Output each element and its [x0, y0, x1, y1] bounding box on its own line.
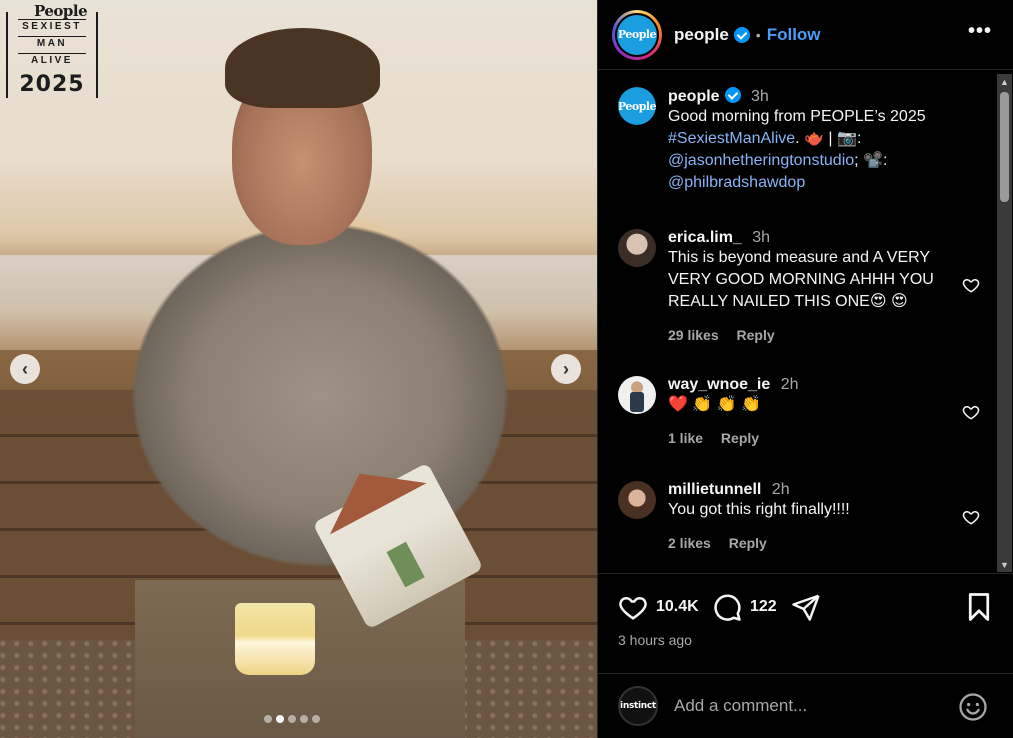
like-count: 10.4K [656, 598, 699, 615]
carousel-dot [288, 715, 296, 723]
man-hair [225, 28, 380, 108]
badge-line-2: MAN [36, 38, 68, 49]
comment-time: 2h [771, 481, 790, 498]
comment-item: millietunnell 2h You got this right fina… [618, 481, 978, 551]
verified-badge-icon [724, 87, 741, 103]
badge-line-1: SEXIEST [22, 21, 82, 32]
comment-count: 122 [750, 598, 777, 615]
comment-time: 3h [752, 229, 771, 246]
chevron-left-icon: ‹ [22, 358, 28, 379]
avatar[interactable]: People [618, 87, 656, 125]
caption: People people 3h Good morning from PEOPL… [618, 87, 978, 194]
tea-cup [235, 603, 315, 675]
reply-button[interactable]: Reply [729, 535, 767, 551]
verified-badge-icon [733, 26, 750, 43]
badge-rule [18, 19, 86, 20]
comment-likes[interactable]: 1 like [668, 430, 703, 446]
caption-username[interactable]: people [668, 88, 720, 105]
scroll-down-icon[interactable]: ▼ [997, 557, 1012, 572]
post-header: People people • Follow ••• [598, 0, 1013, 70]
hashtag-link[interactable]: #SexiestManAlive [668, 130, 795, 147]
comment-text: You got this right finally!!!! [668, 501, 850, 518]
comment-icon [714, 594, 741, 621]
bookmark-icon [968, 593, 990, 621]
comment-item: way_wnoe_ie 2h ❤️ 👏 👏 👏 1 like Reply [618, 376, 978, 446]
badge-rule [18, 53, 86, 54]
mention-link[interactable]: @philbradshawdop [668, 174, 805, 191]
comment-composer: instinct [598, 673, 1013, 738]
badge-line-3: ALIVE [31, 55, 73, 66]
story-ring[interactable]: People [612, 9, 662, 60]
emoji-icon[interactable] [958, 692, 988, 722]
sexiest-man-alive-badge: People SEXIEST MAN ALIVE 2025 [4, 2, 100, 102]
post-image[interactable]: People SEXIEST MAN ALIVE 2025 ‹ › [0, 0, 597, 738]
separator: • [755, 26, 761, 43]
previous-image-button[interactable]: ‹ [10, 354, 40, 384]
avatar-people-logo: People [618, 87, 656, 125]
caption-text-start: Good morning from PEOPLE’s 2025 [668, 108, 926, 125]
badge-year: 2025 [19, 72, 85, 97]
like-button[interactable]: 10.4K [618, 592, 699, 622]
comment-username[interactable]: erica.lim_ [668, 229, 742, 246]
comment-likes[interactable]: 29 likes [668, 327, 719, 343]
avatar: instinct [618, 686, 658, 726]
chevron-right-icon: › [563, 358, 569, 379]
reply-button[interactable]: Reply [737, 327, 775, 343]
post-actions: 10.4K 122 3 hours ago [598, 573, 1013, 673]
avatar: People [617, 14, 657, 55]
comment-username[interactable]: way_wnoe_ie [668, 376, 770, 393]
heart-icon [619, 596, 647, 620]
caption-text-mid2: ; 📽️: [854, 152, 888, 169]
carousel-dot [312, 715, 320, 723]
comment-item: erica.lim_ 3h This is beyond measure and… [618, 229, 978, 343]
like-comment-heart-icon[interactable] [962, 276, 980, 294]
comment-time: 2h [780, 376, 799, 393]
reply-button[interactable]: Reply [721, 430, 759, 446]
comments-scrollbar[interactable]: ▲ ▼ [997, 74, 1012, 572]
post-side-panel: People people • Follow ••• People people… [597, 0, 1013, 738]
carousel-dot [276, 715, 284, 723]
share-button[interactable] [791, 592, 829, 622]
caption-time: 3h [751, 88, 769, 105]
comment-input[interactable] [674, 696, 944, 716]
like-comment-heart-icon[interactable] [962, 508, 980, 526]
caption-text-mid: . 🫖 | 📷: [795, 130, 862, 147]
scroll-thumb[interactable] [1000, 92, 1009, 202]
share-icon [792, 594, 820, 621]
man-sweater [70, 215, 570, 615]
comment-text: This is beyond measure and A VERY VERY G… [668, 249, 934, 310]
avatar[interactable] [618, 229, 656, 267]
carousel-dot [264, 715, 272, 723]
follow-button[interactable]: Follow [767, 25, 821, 45]
avatar[interactable] [618, 376, 656, 414]
next-image-button[interactable]: › [551, 354, 581, 384]
comment-button[interactable]: 122 [712, 592, 777, 622]
scroll-up-icon[interactable]: ▲ [997, 74, 1012, 89]
badge-brand: People [34, 2, 88, 20]
teapot-door [386, 541, 425, 588]
save-button[interactable] [966, 592, 1000, 622]
comment-likes[interactable]: 2 likes [668, 535, 711, 551]
caption-text: Good morning from PEOPLE’s 2025 #Sexiest… [668, 106, 958, 194]
comment-text: ❤️ 👏 👏 👏 [668, 396, 762, 413]
like-comment-heart-icon[interactable] [962, 403, 980, 421]
carousel-dot [300, 715, 308, 723]
mention-link[interactable]: @jasonhetheringtonstudio [668, 152, 854, 169]
avatar[interactable] [618, 481, 656, 519]
badge-rule [18, 36, 86, 37]
carousel-indicator [264, 715, 320, 723]
comment-username[interactable]: millietunnell [668, 481, 761, 498]
header-username[interactable]: people [674, 25, 729, 45]
comments-list[interactable]: People people 3h Good morning from PEOPL… [598, 71, 1013, 573]
more-icon[interactable]: ••• [968, 20, 992, 43]
post-timestamp[interactable]: 3 hours ago [618, 632, 692, 648]
